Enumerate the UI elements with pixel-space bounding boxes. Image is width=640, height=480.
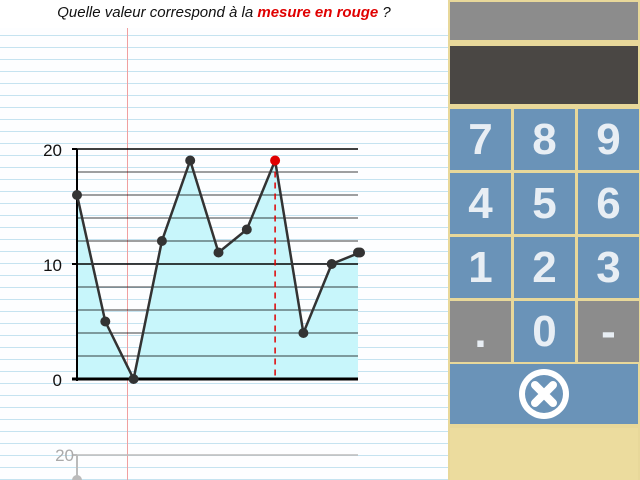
highlight-point (270, 155, 281, 166)
key-8[interactable]: 8 (514, 109, 575, 170)
key-5[interactable]: 5 (514, 173, 575, 234)
clear-button[interactable] (450, 364, 638, 424)
data-point (72, 190, 82, 200)
close-circle-icon (519, 369, 569, 419)
key-minus[interactable]: - (578, 301, 639, 362)
key-4[interactable]: 4 (450, 173, 511, 234)
keypad-top-bar (450, 2, 638, 40)
y-tick-label: 0 (53, 371, 62, 390)
question-highlight: mesure en rouge (257, 4, 379, 21)
key-2[interactable]: 2 (514, 237, 575, 298)
answer-display (450, 46, 638, 104)
data-point (298, 328, 309, 338)
worksheet-area: 0 10 20 20 Quelle valeur correspond à la m… (0, 0, 448, 480)
data-point (185, 155, 196, 166)
data-point (72, 475, 82, 480)
data-point (353, 247, 363, 258)
question-suffix: ? (378, 4, 391, 21)
key-0[interactable]: 0 (514, 301, 575, 362)
key-7[interactable]: 7 (450, 109, 511, 170)
chart-partial: 20 (55, 446, 358, 480)
key-decimal[interactable]: . (450, 301, 511, 362)
data-point (156, 236, 167, 246)
question-text: Quelle valeur correspond à la mesure en … (0, 0, 448, 28)
data-point (241, 224, 252, 235)
chart-area (77, 160, 360, 379)
key-9[interactable]: 9 (578, 109, 639, 170)
y-tick-label: 20 (55, 446, 74, 465)
data-point (100, 316, 111, 327)
keypad-bottom-bar (450, 428, 638, 480)
data-point (128, 374, 139, 384)
key-6[interactable]: 6 (578, 173, 639, 234)
data-point (326, 259, 337, 269)
key-1[interactable]: 1 (450, 237, 511, 298)
keypad: 789 456 123.0- (448, 0, 640, 480)
key-3[interactable]: 3 (578, 237, 639, 298)
y-tick-label: 20 (43, 141, 62, 160)
question-prefix: Quelle valeur correspond à la (57, 4, 258, 21)
y-tick-label: 10 (43, 256, 62, 275)
chart: 0 10 20 (43, 141, 365, 390)
data-point (213, 247, 224, 258)
